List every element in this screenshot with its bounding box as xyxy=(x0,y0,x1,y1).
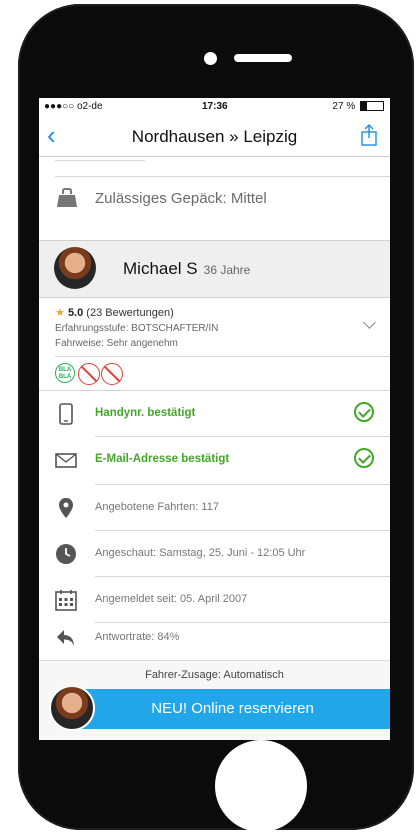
divider xyxy=(95,484,390,485)
stat-reply-rate-row: Antwortrate: 84% xyxy=(39,616,390,660)
battery-indicator: 27 % xyxy=(332,101,384,112)
driver-age: 36 Jahre xyxy=(203,263,251,277)
reply-icon xyxy=(57,630,74,646)
no-smoking-icon xyxy=(78,363,100,385)
location-pin-icon xyxy=(59,498,73,518)
luggage-label: Zulässiges Gepäck: Mittel xyxy=(95,190,267,207)
star-icon: ★ xyxy=(55,307,65,319)
speaker-icon xyxy=(234,54,292,62)
verification-phone-row: Handynr. bestätigt xyxy=(39,392,390,436)
carrier-label: ●●●○○ o2-de xyxy=(44,101,103,112)
mail-icon xyxy=(55,453,77,468)
verification-label: E-Mail-Adresse bestätigt xyxy=(95,453,230,465)
luggage-icon xyxy=(57,188,77,207)
experience-level: Erfahrungsstufe: BOTSCHAFTER/IN xyxy=(55,323,219,334)
check-circle-icon xyxy=(354,448,374,468)
verification-email-row: E-Mail-Adresse bestätigt xyxy=(39,438,390,482)
page-title: Nordhausen » Leipzig xyxy=(131,127,298,146)
stat-label: Angebotene Fahrten: 117 xyxy=(95,501,219,513)
luggage-row: Zulässiges Gepäck: Mittel xyxy=(39,158,390,242)
driver-header[interactable]: Michael S 36 Jahre xyxy=(39,240,390,298)
driver-name-line: Michael S 36 Jahre xyxy=(123,259,250,279)
stat-label: Angeschaut: Samstag, 25. Juni - 12:05 Uh… xyxy=(95,547,306,559)
navigation-bar: ‹ Nordhausen » Leipzig xyxy=(39,116,390,157)
rating-score: 5.0 xyxy=(67,307,84,319)
rating-line: ★ 5.0 (23 Bewertungen) xyxy=(55,306,174,319)
battery-percent: 27 % xyxy=(332,101,356,112)
stat-label: Antwortrate: 84% xyxy=(95,631,180,643)
calendar-icon xyxy=(55,590,77,611)
clock-label: 17:36 xyxy=(202,101,228,112)
clock-icon xyxy=(56,544,76,564)
phone-icon xyxy=(59,403,73,425)
check-circle-icon xyxy=(354,402,374,422)
blabla-icon: BLA BLA xyxy=(55,363,75,383)
status-bar: ●●●○○ o2-de 17:36 27 % xyxy=(39,98,390,116)
chevron-down-icon[interactable] xyxy=(363,316,376,329)
divider xyxy=(95,436,390,437)
divider xyxy=(39,390,390,391)
stat-rides-row: Angebotene Fahrten: 117 xyxy=(39,486,390,530)
verification-label: Handynr. bestätigt xyxy=(95,407,196,419)
driving-style: Fahrweise: Sehr angenehm xyxy=(55,338,178,349)
app-screen: ●●●○○ o2-de 17:36 27 % ‹ Nordhausen » Le… xyxy=(39,98,390,740)
book-online-button[interactable]: NEU! Online reservieren xyxy=(75,689,390,729)
preferences-row: BLA BLA xyxy=(39,356,390,390)
camera-icon xyxy=(204,52,217,65)
stat-viewed-row: Angeschaut: Samstag, 25. Juni - 12:05 Uh… xyxy=(39,532,390,576)
avatar xyxy=(54,247,96,289)
avatar xyxy=(49,685,95,731)
share-icon[interactable] xyxy=(360,124,378,146)
booking-footer: Fahrer-Zusage: Automatisch NEU! Online r… xyxy=(39,660,390,740)
home-button[interactable] xyxy=(215,740,307,832)
divider xyxy=(95,576,390,577)
stat-label: Angemeldet seit: 05. April 2007 xyxy=(95,593,248,605)
approval-mode: Fahrer-Zusage: Automatisch xyxy=(145,669,284,681)
battery-icon xyxy=(360,101,384,112)
driver-rating-section[interactable]: ★ 5.0 (23 Bewertungen) Erfahrungsstufe: … xyxy=(39,298,390,356)
divider xyxy=(95,530,390,531)
no-pets-icon xyxy=(101,363,123,385)
driver-name: Michael S xyxy=(123,259,198,278)
rating-count: (23 Bewertungen) xyxy=(86,307,174,319)
